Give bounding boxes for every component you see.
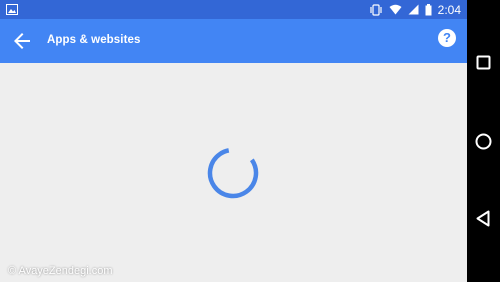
image-icon — [6, 4, 18, 15]
app-bar: Apps & websites ? — [0, 19, 467, 63]
signal-icon — [408, 4, 419, 15]
app-screen: 2:04 Apps & websites ? © AvayeZendegi.co… — [0, 0, 467, 282]
vibrate-icon — [370, 3, 382, 16]
wifi-icon — [389, 4, 402, 15]
watermark: © AvayeZendegi.com — [8, 265, 113, 277]
navigation-bar — [467, 0, 500, 282]
arrow-back-icon[interactable] — [10, 29, 34, 53]
battery-icon — [425, 3, 432, 15]
status-bar: 2:04 — [0, 0, 467, 19]
recents-button[interactable] — [473, 52, 494, 73]
loading-spinner — [207, 147, 259, 199]
help-icon[interactable]: ? — [438, 29, 456, 47]
status-icons: 2:04 — [369, 0, 461, 19]
status-time: 2:04 — [437, 2, 461, 17]
page-title: Apps & websites — [47, 34, 141, 46]
home-button[interactable] — [473, 131, 494, 152]
back-button[interactable] — [473, 208, 494, 229]
